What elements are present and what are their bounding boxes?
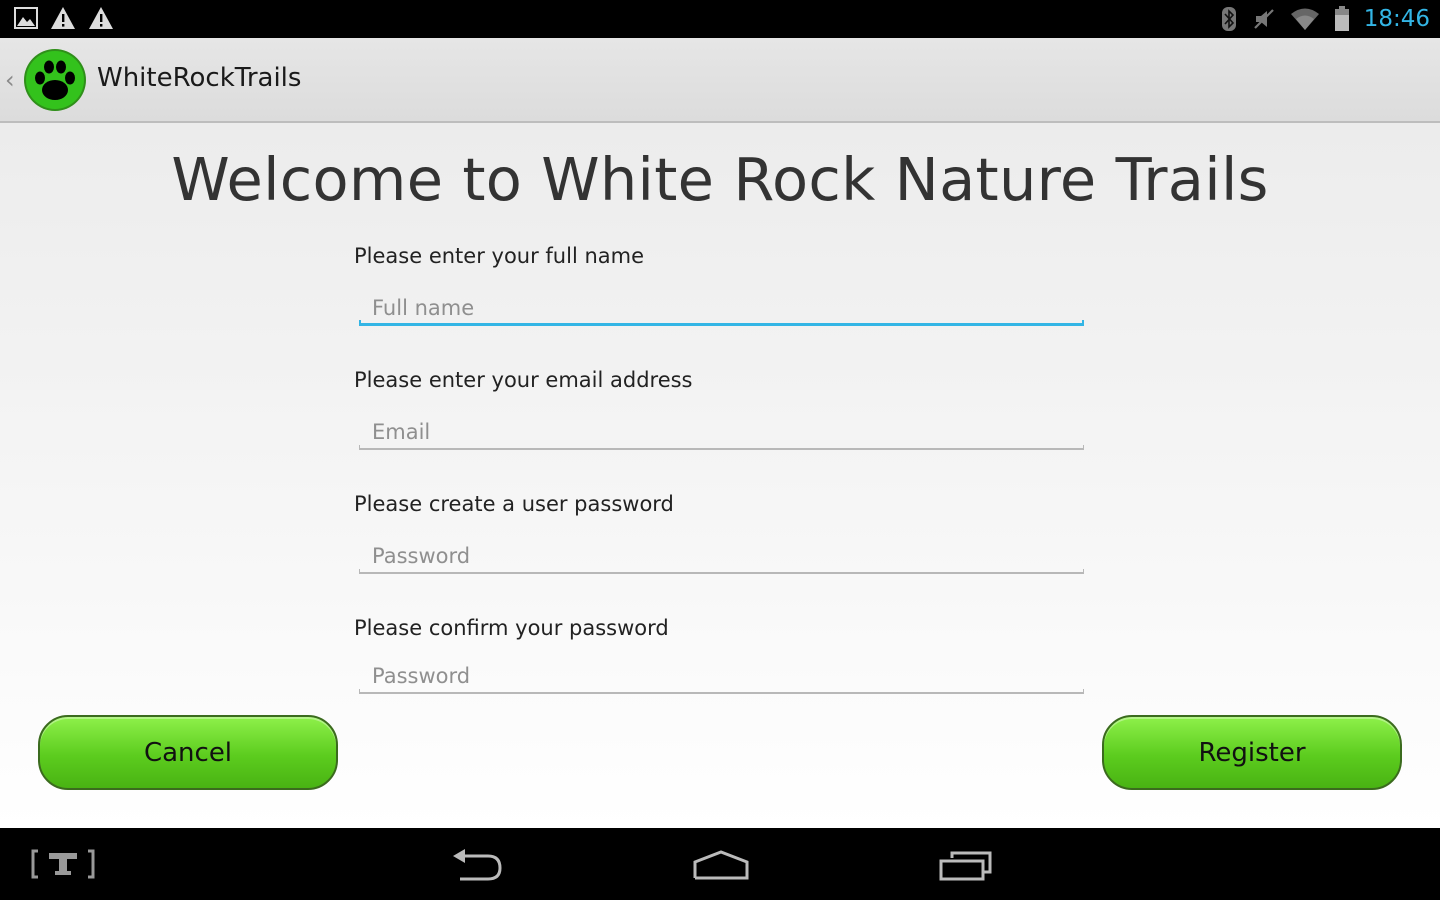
- mute-icon: [1253, 9, 1274, 29]
- password-input[interactable]: [359, 538, 1084, 574]
- action-bar: ‹ WhiteRockTrails: [0, 38, 1440, 123]
- wifi-icon: [1290, 8, 1319, 30]
- recent-apps-icon[interactable]: [938, 850, 994, 882]
- system-icons: 18:46: [1220, 4, 1430, 34]
- full-name-label: Please enter your full name: [354, 244, 645, 268]
- up-caret-icon[interactable]: ‹: [5, 66, 15, 94]
- app-title: WhiteRockTrails: [97, 63, 302, 93]
- field-underline: [359, 320, 1084, 326]
- paw-icon[interactable]: [23, 48, 87, 112]
- password-label: Please create a user password: [354, 492, 674, 516]
- register-button[interactable]: Register: [1102, 715, 1402, 790]
- email-input[interactable]: [359, 414, 1084, 450]
- battery-icon: [1334, 6, 1349, 31]
- back-icon[interactable]: [450, 848, 506, 884]
- status-bar: 18:46: [0, 0, 1440, 38]
- full-name-field[interactable]: [359, 290, 1084, 326]
- field-underline: [359, 445, 1084, 450]
- notification-icons: [14, 6, 114, 30]
- field-underline: [359, 689, 1084, 694]
- clock: 18:46: [1363, 6, 1430, 32]
- image-notification-icon: [14, 7, 38, 29]
- home-icon[interactable]: [692, 850, 750, 880]
- email-label: Please enter your email address: [354, 368, 693, 392]
- confirm-password-label: Please confirm your password: [354, 616, 669, 640]
- app-shortcut-t-icon[interactable]: [30, 848, 96, 880]
- page-title: Welcome to White Rock Nature Trails: [171, 145, 1269, 214]
- full-name-input[interactable]: [359, 290, 1084, 326]
- confirm-password-field[interactable]: [359, 658, 1084, 694]
- navigation-bar: [0, 828, 1440, 900]
- warning-icon: [51, 7, 75, 29]
- bluetooth-icon: [1221, 7, 1236, 31]
- confirm-password-input[interactable]: [359, 658, 1084, 694]
- password-field[interactable]: [359, 538, 1084, 574]
- email-field[interactable]: [359, 414, 1084, 450]
- registration-form: Welcome to White Rock Nature Trails Plea…: [0, 123, 1440, 828]
- field-underline: [359, 569, 1084, 574]
- warning-icon: [89, 7, 113, 29]
- cancel-button[interactable]: Cancel: [38, 715, 338, 790]
